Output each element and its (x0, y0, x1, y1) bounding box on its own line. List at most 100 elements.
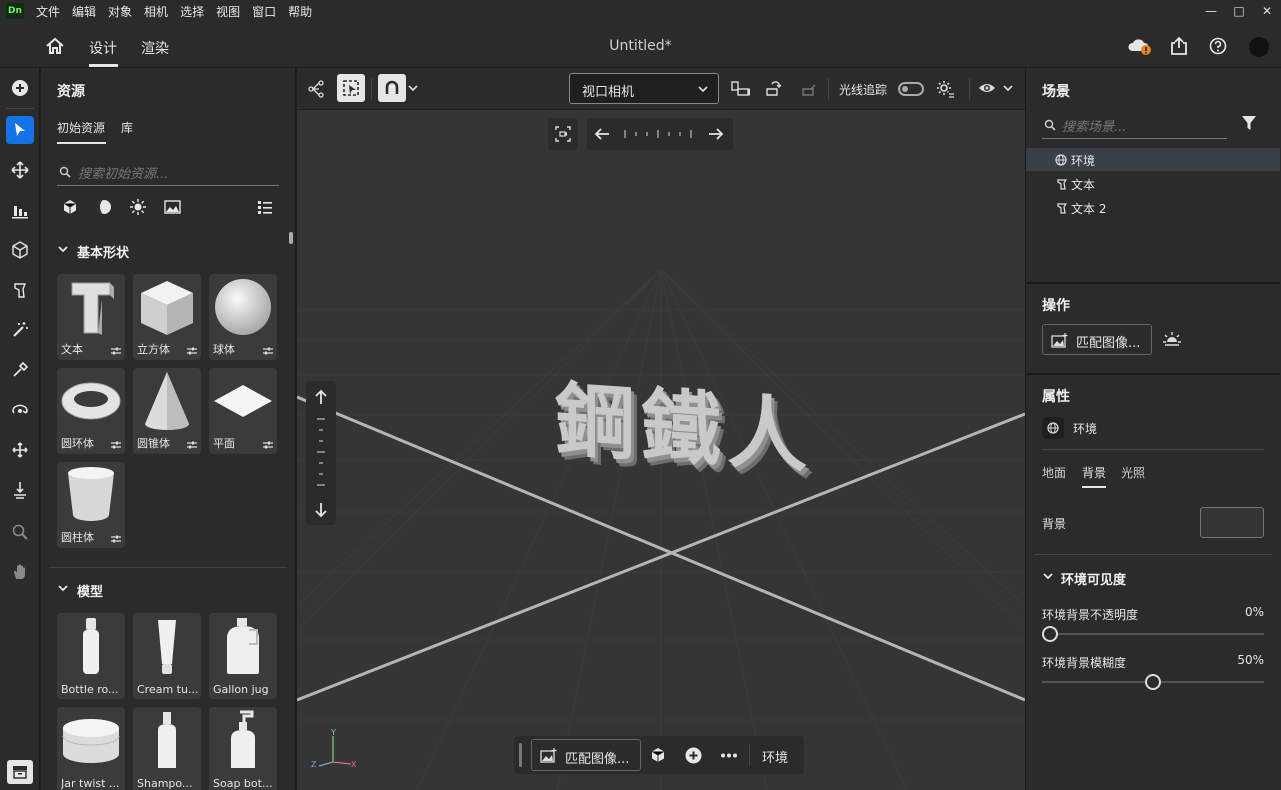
match-image-button[interactable]: 匹配图像... (531, 739, 641, 771)
assets-search[interactable]: 搜索初始资源... (57, 159, 279, 186)
close-button[interactable]: ✕ (1253, 0, 1281, 22)
tab-background[interactable]: 背景 (1082, 464, 1106, 481)
asset-shampoo[interactable]: Shampo... (133, 707, 201, 790)
drop-to-ground-icon[interactable] (6, 196, 34, 224)
filter-icon[interactable] (1241, 115, 1257, 131)
frame-select-icon[interactable] (337, 74, 365, 102)
models-header[interactable]: 模型 (77, 581, 103, 600)
asset-plane[interactable]: 平面 (209, 368, 277, 454)
magic-wand-icon[interactable] (6, 316, 34, 344)
assets-scrollbar[interactable] (289, 232, 293, 244)
raytrace-settings-icon[interactable] (935, 79, 955, 99)
scrub-ruler-vertical[interactable] (313, 417, 329, 487)
menu-window[interactable]: 窗口 (246, 3, 282, 20)
avatar[interactable] (1249, 37, 1269, 57)
dolly-icon[interactable] (6, 476, 34, 504)
basic-shapes-header[interactable]: 基本形状 (77, 242, 129, 261)
background-color-swatch[interactable] (1200, 507, 1264, 538)
sun-horizon-icon[interactable] (1162, 330, 1182, 348)
more-icon[interactable] (720, 753, 738, 758)
menu-camera[interactable]: 相机 (138, 3, 174, 20)
menu-file[interactable]: 文件 (30, 3, 66, 20)
filter-models-icon[interactable] (62, 199, 78, 215)
tab-ground[interactable]: 地面 (1042, 464, 1066, 481)
asset-label: Cream tu... (137, 683, 199, 696)
camera-bookmark-icon[interactable] (730, 79, 750, 99)
asset-soap-bottle[interactable]: Soap bot... (209, 707, 277, 790)
arrow-down-icon[interactable] (313, 501, 329, 519)
scene-search[interactable]: 搜索场景... (1042, 112, 1227, 139)
share-icon[interactable] (1170, 36, 1188, 56)
asset-torus[interactable]: 圆环体 (57, 368, 125, 454)
panel-toggle-icon[interactable] (7, 760, 33, 784)
eyedropper-icon[interactable] (6, 356, 34, 384)
asset-cream-tube[interactable]: Cream tu... (133, 613, 201, 699)
hand-icon[interactable] (6, 558, 34, 586)
scene-graph-icon[interactable] (307, 79, 327, 99)
asset-text[interactable]: 文本 (57, 274, 125, 360)
scene-item-environment[interactable]: 环境 (1026, 148, 1280, 171)
raytrace-toggle[interactable] (898, 82, 924, 96)
drag-handle[interactable] (519, 743, 522, 767)
scene-item-text[interactable]: 文本 (1026, 172, 1280, 195)
add-circle-icon[interactable] (685, 747, 702, 764)
visibility-eye-icon[interactable] (978, 80, 996, 96)
asset-sphere[interactable]: 球体 (209, 274, 277, 360)
scrub-ruler[interactable] (623, 126, 697, 142)
vertical-nav-control[interactable] (306, 381, 336, 525)
viewport[interactable]: 视口相机 光线追踪 鋼鐵人 Y X Z 匹配图像... 环境 (297, 68, 1025, 790)
menu-help[interactable]: 帮助 (282, 3, 318, 20)
minimize-button[interactable]: — (1197, 0, 1225, 22)
horizontal-nav-control[interactable] (587, 118, 733, 150)
menu-view[interactable]: 视图 (210, 3, 246, 20)
asset-gallon-jug[interactable]: Gallon jug (209, 613, 277, 699)
tab-library[interactable]: 库 (121, 119, 133, 136)
blur-slider-handle[interactable] (1145, 674, 1161, 690)
camera-select[interactable]: 视口相机 (569, 73, 719, 104)
snap-magnet-icon[interactable] (378, 74, 406, 102)
zoom-icon[interactable] (6, 518, 34, 546)
help-icon[interactable] (1209, 37, 1227, 55)
select-tool-icon[interactable] (6, 116, 34, 144)
cube-icon[interactable] (650, 747, 666, 763)
scene-3d-text[interactable]: 鋼鐵人 (555, 355, 813, 489)
environment-button[interactable]: 环境 (762, 747, 788, 766)
frame-camera-icon[interactable] (548, 118, 578, 150)
arrow-up-icon[interactable] (313, 388, 329, 406)
pan-icon[interactable] (6, 436, 34, 464)
chevron-down-icon[interactable] (1042, 570, 1054, 582)
menu-edit[interactable]: 编辑 (66, 3, 102, 20)
arrow-left-icon[interactable] (593, 126, 611, 142)
camera-undo-icon[interactable] (763, 79, 783, 99)
asset-cone[interactable]: 圆锥体 (133, 368, 201, 454)
cube-select-icon[interactable] (6, 236, 34, 264)
opacity-slider-handle[interactable] (1042, 626, 1058, 642)
arrow-right-icon[interactable] (707, 126, 725, 142)
env-visibility-header[interactable]: 环境可见度 (1061, 569, 1126, 588)
tab-lighting[interactable]: 光照 (1121, 464, 1145, 481)
chevron-down-icon[interactable] (57, 243, 69, 255)
list-view-icon[interactable] (257, 199, 273, 215)
cloud-warning-icon[interactable] (1127, 37, 1153, 57)
model-tool-icon[interactable] (6, 276, 34, 304)
actions-match-image-button[interactable]: 匹配图像... (1042, 324, 1152, 355)
menu-object[interactable]: 对象 (102, 3, 138, 20)
scene-item-text-2[interactable]: 文本 2 (1026, 196, 1280, 219)
tab-starter-assets[interactable]: 初始资源 (57, 119, 105, 136)
move-tool-icon[interactable] (6, 156, 34, 184)
filter-materials-icon[interactable] (96, 199, 112, 215)
filter-images-icon[interactable] (164, 199, 181, 215)
chevron-down-icon[interactable] (57, 582, 69, 594)
filter-lights-icon[interactable] (130, 199, 146, 215)
chevron-down-icon[interactable] (408, 83, 418, 93)
asset-cylinder[interactable]: 圆柱体 (57, 462, 125, 548)
menu-select[interactable]: 选择 (174, 3, 210, 20)
chevron-down-icon[interactable] (1003, 83, 1013, 93)
asset-cube[interactable]: 立方体 (133, 274, 201, 360)
asset-jar[interactable]: Jar twist ... (57, 707, 125, 790)
add-icon[interactable] (6, 74, 34, 102)
orbit-icon[interactable] (6, 396, 34, 424)
asset-bottle[interactable]: Bottle ro... (57, 613, 125, 699)
camera-redo-icon[interactable] (799, 79, 819, 99)
maximize-button[interactable]: □ (1225, 0, 1253, 22)
